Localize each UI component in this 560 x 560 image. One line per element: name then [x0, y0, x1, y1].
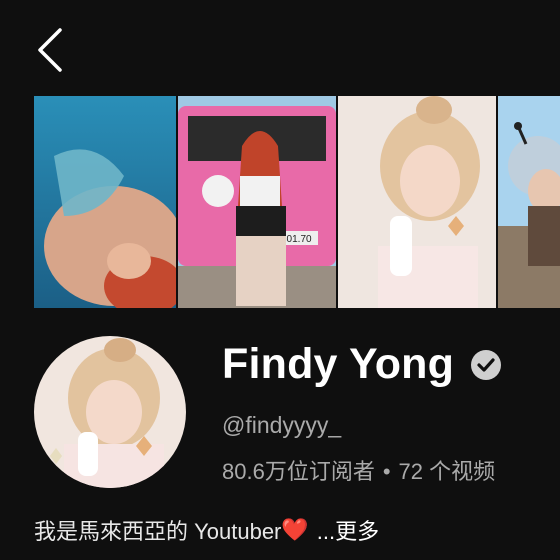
back-button[interactable]	[28, 22, 76, 78]
video-count: 72 个视频	[398, 459, 496, 484]
banner-photo-pink-jeep: 301.70	[178, 96, 336, 308]
subscriber-count: 80.6万位订阅者	[222, 459, 375, 484]
channel-stats: 80.6万位订阅者 • 72 个视频	[222, 454, 495, 486]
channel-banner: 301.70	[34, 96, 560, 308]
banner-photo-hair-bun	[338, 96, 496, 308]
heart-emoji: ❤️	[281, 517, 309, 542]
channel-avatar[interactable]	[34, 336, 186, 488]
banner-photo-mermaid	[34, 96, 176, 308]
more-link[interactable]: ...更多	[317, 514, 379, 546]
banner-photo-headband	[498, 96, 560, 308]
channel-name-row: Findy Yong	[222, 340, 504, 389]
channel-handle: @findyyyy_	[222, 412, 342, 438]
channel-name: Findy Yong	[222, 340, 455, 388]
verified-check-icon	[471, 349, 502, 380]
channel-description[interactable]: 我是馬來西亞的 Youtuber ❤️ ...更多	[34, 514, 379, 546]
chevron-left-icon	[38, 28, 62, 72]
stats-separator: •	[382, 459, 391, 484]
description-text: 我是馬來西亞的 Youtuber	[34, 519, 282, 544]
